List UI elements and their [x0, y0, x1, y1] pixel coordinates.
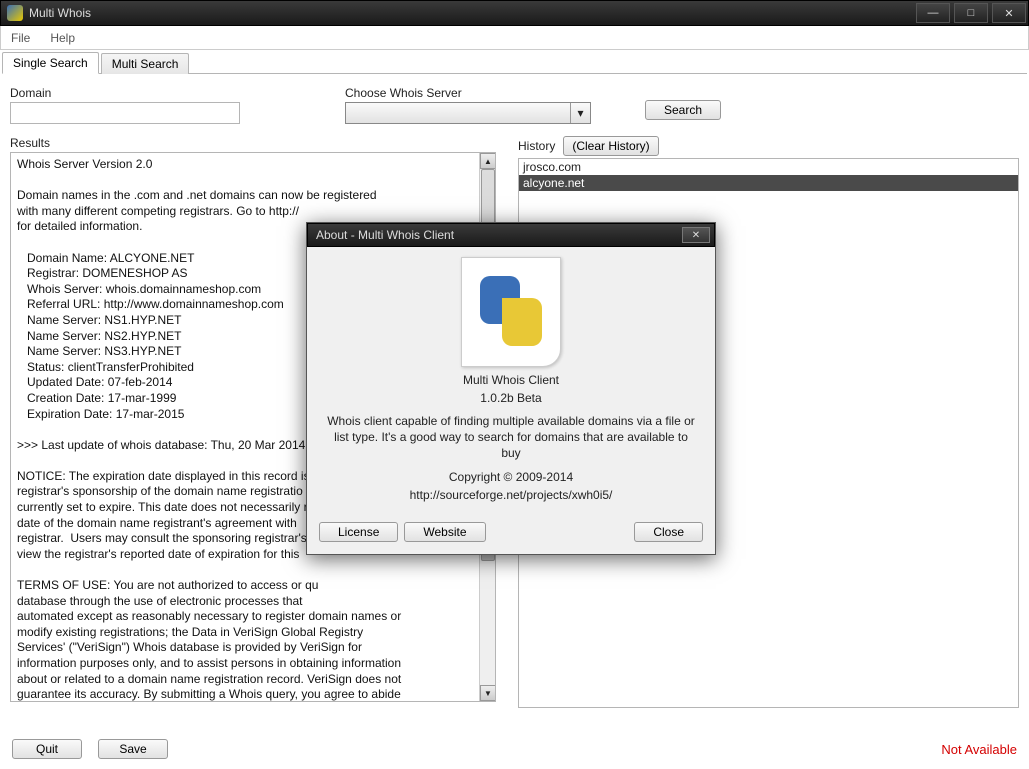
history-item[interactable]: jrosco.com — [519, 159, 1018, 175]
about-description: Whois client capable of finding multiple… — [323, 413, 699, 462]
python-logo-icon — [461, 257, 561, 367]
about-url: http://sourceforge.net/projects/xwh0i5/ — [319, 488, 703, 502]
menu-file[interactable]: File — [1, 31, 40, 45]
results-label: Results — [10, 136, 500, 150]
scroll-up-icon[interactable]: ▲ — [480, 153, 496, 169]
about-dialog: About - Multi Whois Client ✕ Multi Whois… — [306, 222, 716, 555]
website-button[interactable]: Website — [404, 522, 485, 542]
tab-single-search[interactable]: Single Search — [2, 52, 99, 74]
quit-button[interactable]: Quit — [12, 739, 82, 759]
history-label: History — [518, 139, 555, 153]
clear-history-button[interactable]: (Clear History) — [563, 136, 658, 156]
about-title: About - Multi Whois Client — [308, 228, 454, 242]
about-version: 1.0.2b Beta — [319, 391, 703, 405]
about-name: Multi Whois Client — [319, 373, 703, 387]
tab-strip: Single Search Multi Search — [2, 52, 1027, 74]
search-button[interactable]: Search — [645, 100, 721, 120]
license-button[interactable]: License — [319, 522, 398, 542]
window-title: Multi Whois — [29, 6, 91, 20]
window-titlebar: Multi Whois — □ ✕ — [0, 0, 1029, 26]
server-label: Choose Whois Server — [345, 86, 645, 100]
maximize-button[interactable]: □ — [954, 3, 988, 23]
about-copyright: Copyright © 2009-2014 — [319, 470, 703, 484]
save-button[interactable]: Save — [98, 739, 168, 759]
minimize-button[interactable]: — — [916, 3, 950, 23]
menu-help[interactable]: Help — [40, 31, 85, 45]
chevron-down-icon: ▾ — [570, 103, 590, 123]
app-icon — [7, 5, 23, 21]
about-close-button[interactable]: Close — [634, 522, 703, 542]
whois-server-combo[interactable]: ▾ — [345, 102, 591, 124]
about-titlebar: About - Multi Whois Client ✕ — [307, 223, 715, 247]
tab-multi-search[interactable]: Multi Search — [101, 53, 190, 74]
menubar: File Help — [0, 26, 1029, 50]
close-button[interactable]: ✕ — [992, 3, 1026, 23]
scroll-down-icon[interactable]: ▼ — [480, 685, 496, 701]
status-text: Not Available — [941, 742, 1017, 757]
domain-input[interactable] — [10, 102, 240, 124]
history-item[interactable]: alcyone.net — [519, 175, 1018, 191]
domain-label: Domain — [10, 86, 345, 100]
about-close-x[interactable]: ✕ — [682, 227, 710, 243]
